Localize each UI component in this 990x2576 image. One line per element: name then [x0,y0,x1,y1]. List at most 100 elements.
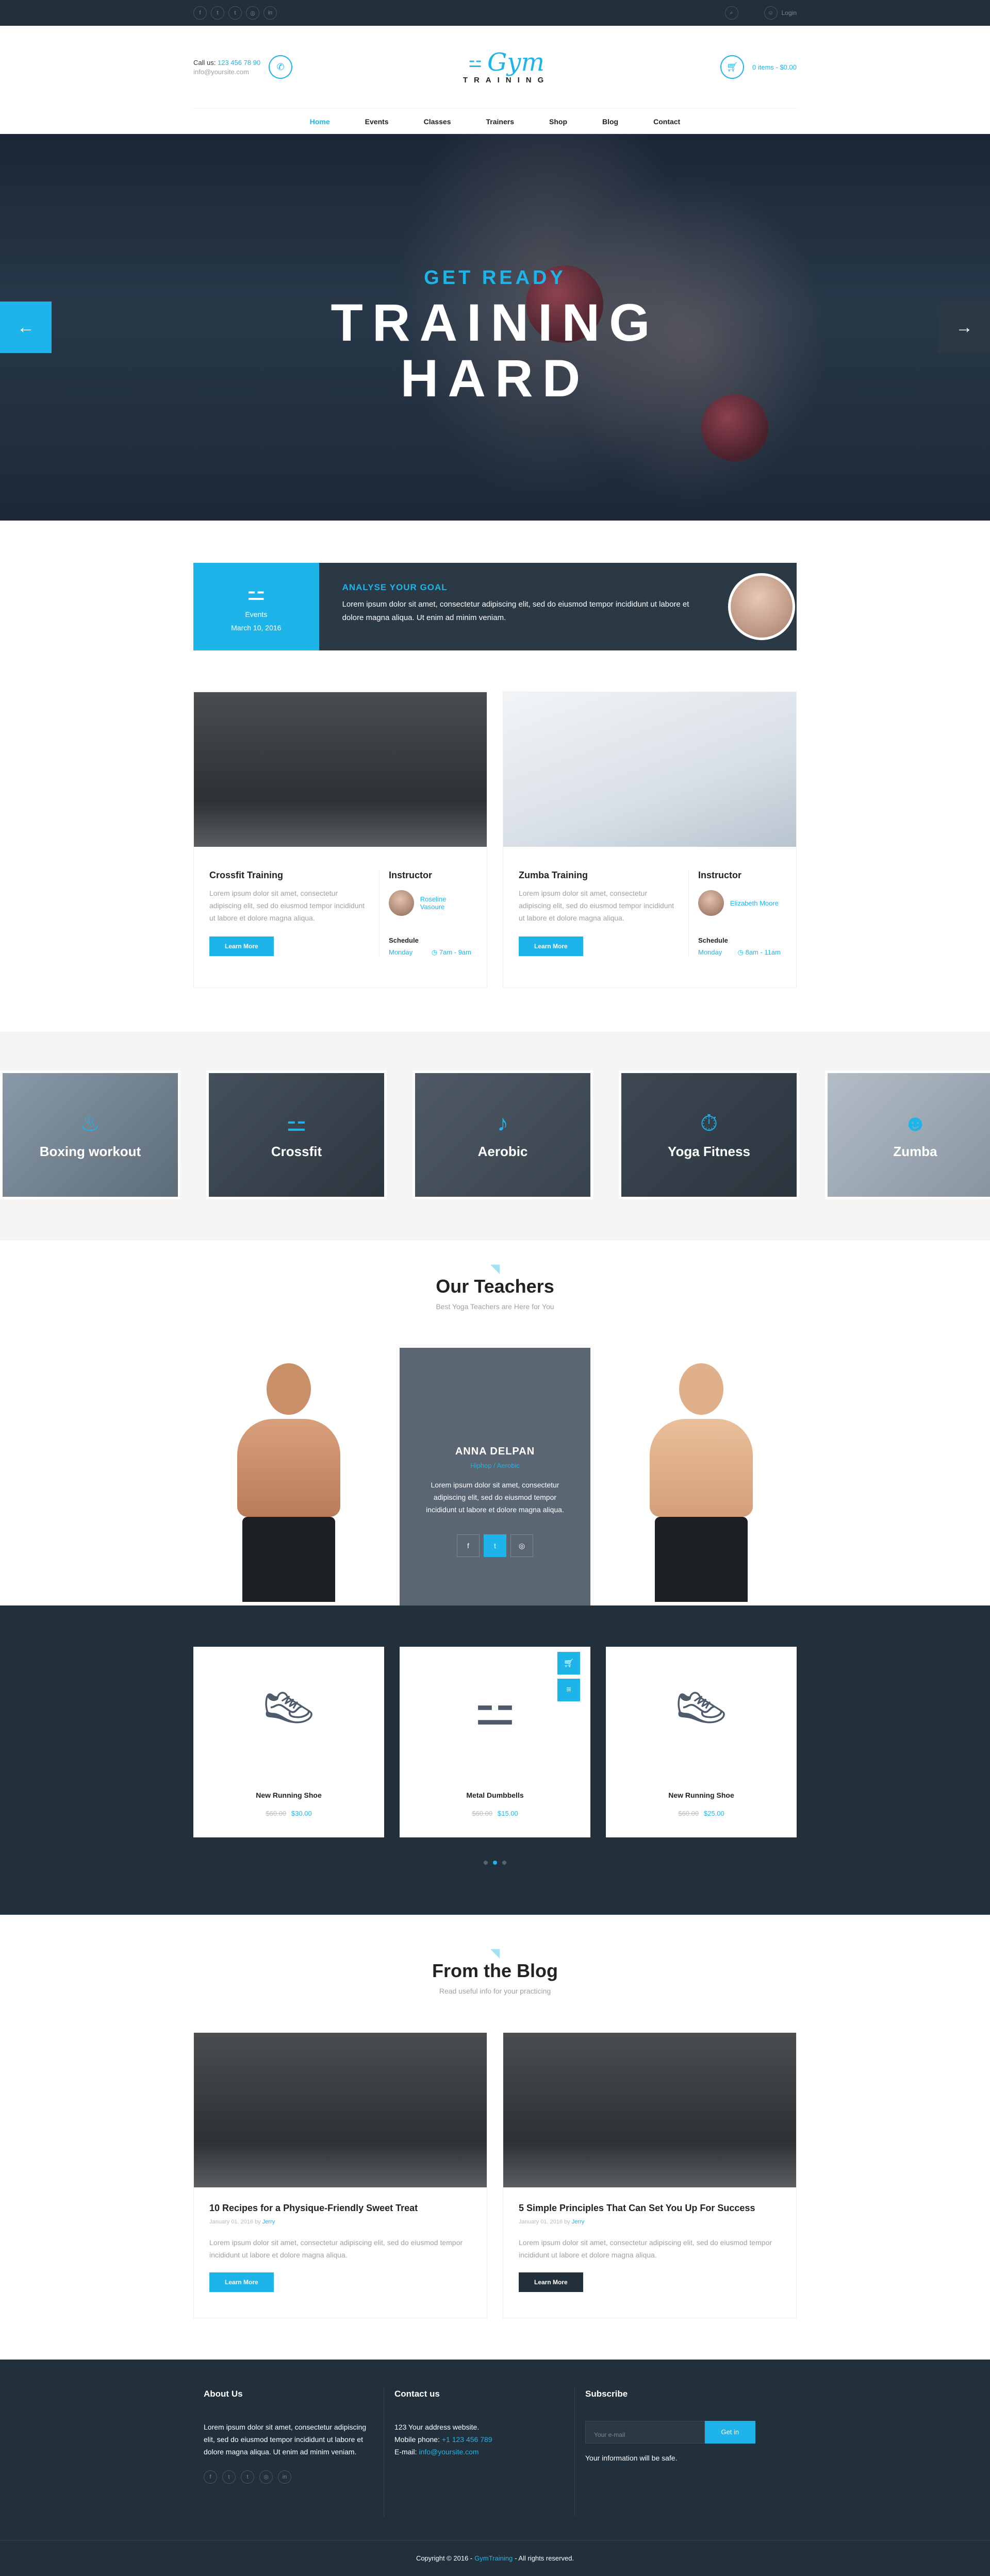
nav-shop[interactable]: Shop [532,118,585,126]
instagram-icon[interactable]: ◎ [246,6,259,20]
category-name: Yoga Fitness [668,1143,750,1159]
view-details-icon[interactable]: ≡ [557,1679,580,1701]
class-card: Zumba Training Lorem ipsum dolor sit ame… [503,692,797,988]
blog-post-title[interactable]: 5 Simple Principles That Can Set You Up … [519,2203,781,2214]
blog-post-image[interactable] [194,2033,487,2187]
login-link[interactable]: ☺ Login [764,6,797,20]
phone-number[interactable]: 123 456 78 90 [218,59,260,66]
tumblr-icon[interactable]: t [241,2470,254,2484]
linkedin-icon[interactable]: in [263,6,277,20]
blog-post-excerpt: Lorem ipsum dolor sit amet, consectetur … [209,2238,463,2259]
call-us: Call us: 123 456 78 90 info@yoursite.com… [193,55,293,79]
product-old-price: $60.00 [678,1810,699,1817]
punching-bag-icon: ♨ [80,1111,101,1136]
event-title: ANALYSE YOUR GOAL [342,582,448,592]
footer-email-label: E-mail: [394,2448,417,2456]
instagram-icon[interactable]: ◎ [259,2470,273,2484]
blog-post-author[interactable]: Jerry [572,2219,584,2225]
category-name: Boxing workout [39,1144,141,1159]
search-icon[interactable]: ⌕ [724,6,738,20]
category-card[interactable]: ♪ Aerobic [412,1070,593,1199]
cart-widget[interactable]: 🛒︎ 0 items - $0.00 [720,55,797,79]
carousel-dot[interactable] [502,1861,506,1865]
instructor-name[interactable]: Roseline Vasoure [420,895,471,911]
subscribe-button[interactable]: Get in [704,2421,755,2444]
dancer-icon: ☻ [903,1110,928,1136]
blog-post-image[interactable] [503,2033,796,2187]
class-title: Crossfit Training [209,870,284,880]
login-label: Login [781,9,797,16]
product-card[interactable]: ⚍ 🛒︎ ≡ Metal Dumbbells $60.00 $15.00 [400,1647,590,1837]
product-name: New Running Shoe [668,1791,734,1799]
category-card[interactable]: ♨ Boxing workout [0,1070,180,1199]
category-card[interactable]: ⏱ Yoga Fitness [619,1070,799,1199]
subscribe-email-input[interactable]: Your e-mail [585,2421,705,2444]
twitter-icon[interactable]: t [211,6,224,20]
main-nav: Home Events Classes Trainers Shop Blog C… [193,108,797,134]
blog-post-excerpt: Lorem ipsum dolor sit amet, consectetur … [519,2238,772,2259]
instructor-heading: Instructor [698,870,742,880]
nav-home[interactable]: Home [292,118,348,126]
teacher-photo [650,1363,753,1605]
learn-more-button[interactable]: Learn More [519,936,583,956]
teacher-card-featured[interactable]: ANNA DELPAN Hiphop / Aerobic Lorem ipsum… [400,1348,590,1605]
linkedin-icon[interactable]: in [278,2470,291,2484]
class-title: Zumba Training [519,870,588,880]
instructor-name[interactable]: Elizabeth Moore [730,899,779,907]
product-old-price: $60.00 [472,1810,492,1817]
slider-prev-arrow-icon[interactable]: ← [0,302,52,353]
category-name: Aerobic [477,1143,528,1159]
carousel-dots [0,1861,990,1865]
carousel-dot-active[interactable] [493,1861,497,1865]
product-price: $30.00 [291,1810,312,1817]
tumblr-icon[interactable]: t [228,6,242,20]
dumbbell-icon: ⚍ [246,582,266,605]
phone-icon[interactable]: ✆ [269,55,293,79]
dumbbell-logo-icon: ⚍ [468,54,483,71]
event-banner[interactable]: ⚍ Events March 10, 2016 ANALYSE YOUR GOA… [193,563,797,650]
nav-trainers[interactable]: Trainers [469,118,532,126]
copyright-text: Copyright © 2016 - [416,2554,473,2562]
category-card[interactable]: ☻ Zumba [825,1070,990,1199]
learn-more-button[interactable]: Learn More [209,936,274,956]
schedule-heading: Schedule [389,936,419,944]
subscribe-note: Your information will be safe. [585,2454,678,2462]
footer-contact: Contact us 123 Your address website. Mob… [384,2388,575,2517]
teachers-title: Our Teachers [436,1276,554,1297]
nav-events[interactable]: Events [348,118,406,126]
hero-title: TRAINING HARD [0,295,990,406]
blog-title: From the Blog [432,1960,558,1981]
facebook-icon[interactable]: f [193,6,207,20]
teacher-card[interactable] [193,1348,384,1605]
nav-contact[interactable]: Contact [636,118,698,126]
facebook-icon[interactable]: f [457,1534,480,1557]
teacher-name: ANNA DELPAN [455,1446,535,1457]
blog-post-author[interactable]: Jerry [262,2219,275,2225]
blog-post-title[interactable]: 10 Recipes for a Physique-Friendly Sweet… [209,2203,471,2214]
add-to-cart-icon[interactable]: 🛒︎ [557,1652,580,1675]
nav-blog[interactable]: Blog [585,118,636,126]
footer-email[interactable]: info@yoursite.com [419,2448,478,2456]
slider-next-arrow-icon[interactable]: → [938,302,990,353]
facebook-icon[interactable]: f [204,2470,217,2484]
learn-more-button[interactable]: Learn More [209,2272,274,2292]
twitter-icon[interactable]: t [484,1534,506,1557]
copyright-brand-link[interactable]: GymTraining [474,2554,513,2562]
footer-mobile[interactable]: +1 123 456 789 [442,2435,492,2444]
category-card[interactable]: ⚍ Crossfit [206,1070,387,1199]
learn-more-button[interactable]: Learn More [519,2272,583,2292]
blog-post-date: January 01, 2016 by [519,2219,570,2225]
teacher-card[interactable] [606,1348,797,1605]
schedule-time: 8am - 11am [745,948,781,956]
call-label: Call us: [193,58,216,66]
product-card[interactable]: 👟︎ New Running Shoe $60.00 $25.00 [606,1647,797,1837]
footer-about-text: Lorem ipsum dolor sit amet, consectetur … [204,2423,367,2456]
carousel-dot[interactable] [484,1861,488,1865]
site-logo[interactable]: ⚍ Gym TRAINING [463,50,550,85]
twitter-icon[interactable]: t [222,2470,236,2484]
cart-icon[interactable]: 🛒︎ [720,55,744,79]
nav-classes[interactable]: Classes [406,118,469,126]
instagram-icon[interactable]: ◎ [510,1534,533,1557]
product-card[interactable]: 👟︎ New Running Shoe $60.00 $30.00 [193,1647,384,1837]
header-email[interactable]: info@yoursite.com [193,68,260,76]
